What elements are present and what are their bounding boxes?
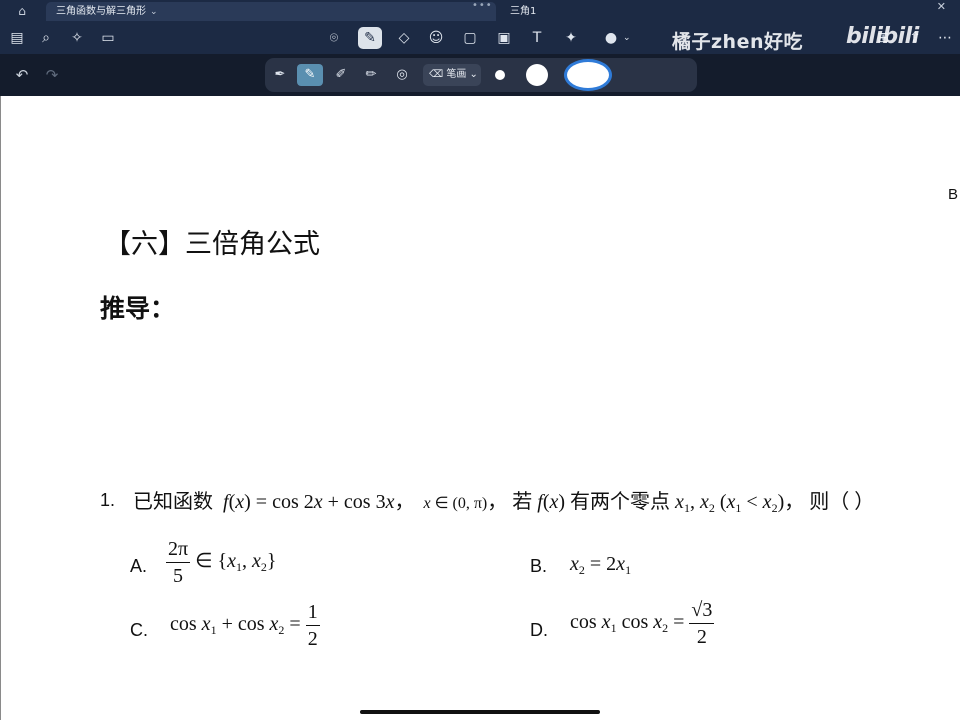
stroke-eraser-button[interactable]: ⌫ 笔画 ⌄ [423, 64, 481, 86]
undo-icon[interactable]: ↶ [12, 65, 32, 85]
option-b-expression: x2 = 2x1 [570, 553, 632, 577]
option-c-fraction: 1 2 [305, 602, 320, 650]
tab-label: 三角1 [510, 6, 537, 17]
option-a-denominator: 5 [173, 565, 184, 587]
image-icon[interactable]: ▣ [493, 27, 515, 49]
option-d-label: D. [530, 620, 548, 640]
chevron-down-icon[interactable]: ⌄ [623, 27, 631, 49]
tab-active-document[interactable]: 三角函数与解三角形 ⌄ [46, 2, 496, 21]
bilibili-logo: bilibili [846, 24, 919, 49]
stem-end: 则（ ） [809, 491, 875, 513]
main-toolbar: ▤ ⌕ ✧ ▭ ⌾ ✎ ◇ ☺ ▢ ▣ T ✦ ● ⌄ ⊞ ⇪ ⋯ [0, 22, 960, 54]
option-a-fraction: 2π 5 [166, 539, 191, 587]
pen-tool-panel: ✒ ✎ ✐ ✏ ◎ ⌫ 笔画 ⌄ [265, 58, 697, 92]
function-ref: f(x) [537, 491, 566, 513]
option-a-label: A. [130, 556, 148, 576]
option-c-denominator: 2 [307, 628, 318, 650]
color-swatch-selected[interactable] [564, 59, 612, 91]
stem-zero: 有两个零点 [570, 491, 671, 513]
sticker-icon[interactable]: ☺ [425, 27, 447, 49]
search-icon[interactable]: ⌕ [35, 27, 57, 49]
note-icon[interactable]: ▢ [459, 27, 481, 49]
eraser-icon: ⌫ [429, 69, 447, 80]
page-edge-letter: B [948, 186, 959, 203]
more-icon[interactable]: ⋯ [934, 27, 956, 49]
document-icon[interactable]: ▭ [97, 27, 119, 49]
stroke-label: 笔画 [446, 69, 467, 80]
microphone-icon[interactable]: ● [600, 27, 622, 49]
redo-icon[interactable]: ↷ [42, 65, 62, 85]
option-d-denominator: 2 [696, 626, 707, 648]
option-a-rest: ∈ {x1, x2} [195, 550, 277, 575]
tab-bar: ⌂ 三角函数与解三角形 ⌄ ••• 三角1 ✕ [0, 0, 960, 22]
pen-icon[interactable]: ✎ [358, 27, 382, 49]
brush-icon[interactable]: ✐ [330, 64, 352, 86]
stem-prefix: 已知函数 [133, 491, 213, 513]
function-domain: x ∈ (0, π) [423, 495, 488, 512]
magic-icon[interactable]: ✧ [66, 27, 88, 49]
highlighter-icon[interactable]: ✎ [297, 64, 323, 86]
function-definition: f(x) = cos 2x + cos 3x [223, 491, 395, 513]
option-d-expression: cos x1 cos x2 = √3 2 [570, 599, 715, 648]
fountain-pen-icon[interactable]: ✒ [269, 64, 291, 86]
chevron-down-icon: ⌄ [466, 69, 478, 80]
section-heading: 【六】三倍角公式 [104, 229, 320, 260]
option-b-label: B. [530, 556, 548, 576]
laser-icon[interactable]: ✦ [560, 27, 582, 49]
stroke-size-large[interactable] [526, 64, 548, 86]
stroke-size-small[interactable] [495, 70, 505, 80]
home-icon[interactable]: ⌂ [14, 3, 30, 19]
watermark-text: 橘子zhen好吃 [672, 31, 803, 53]
sidebar-icon[interactable]: ▤ [6, 27, 28, 49]
pencil-icon[interactable]: ✏ [360, 64, 382, 86]
question-stem: 已知函数 f(x) = cos 2x + cos 3x， x ∈ (0, π)，… [133, 491, 875, 515]
option-a-numerator: 2π [166, 539, 191, 563]
option-c-label: C. [130, 620, 148, 640]
home-indicator[interactable] [360, 710, 600, 714]
text-box-icon[interactable]: T [526, 27, 548, 49]
derivation-label: 推导： [100, 294, 176, 323]
stem-middle: 若 [512, 491, 533, 513]
tab-label: 三角函数与解三角形 [56, 6, 146, 17]
option-d-fraction: √3 2 [689, 600, 715, 648]
lasso-icon[interactable]: ⌾ [323, 27, 345, 49]
shape-pen-icon[interactable]: ◎ [391, 64, 413, 86]
drag-handle-icon[interactable]: ••• [472, 0, 493, 11]
option-d-numerator: √3 [689, 600, 715, 624]
shapes-icon[interactable]: ◇ [393, 27, 415, 49]
page-edge [0, 96, 1, 720]
chevron-down-icon[interactable]: ⌄ [150, 7, 158, 17]
option-c-numerator: 1 [305, 602, 320, 626]
close-icon[interactable]: ✕ [937, 0, 946, 13]
zeros-expr: x1, x2 (x1 < x2) [675, 491, 785, 515]
option-a-expression: 2π 5 ∈ {x1, x2} [166, 539, 277, 586]
option-c-expression: cos x1 + cos x2 = 1 2 [170, 601, 320, 650]
question-number: 1. [100, 490, 116, 510]
tab-secondary-document[interactable]: 三角1 [500, 2, 958, 21]
pen-subtoolbar: ↶ ↷ ✒ ✎ ✐ ✏ ◎ ⌫ 笔画 ⌄ [0, 54, 960, 96]
